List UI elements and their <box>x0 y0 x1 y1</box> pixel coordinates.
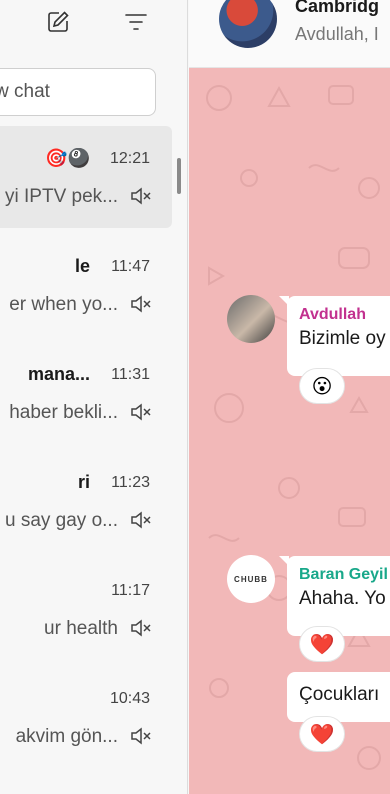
sender-avatar[interactable]: CHUBB <box>227 555 275 603</box>
chat-list-item[interactable]: 🎯🎱 12:21 yi IPTV pek... <box>0 126 172 228</box>
chat-title: mana... <box>27 364 90 384</box>
sender-avatar[interactable] <box>227 295 275 343</box>
chat-time: 11:47 <box>111 258 150 275</box>
compose-icon[interactable] <box>46 10 70 34</box>
conversation-header[interactable]: Cambridg Avdullah, I <box>189 0 390 68</box>
chat-title: le <box>74 256 90 276</box>
message-text: Bizimle oy <box>299 328 386 349</box>
avatar-logo-text: CHUBB <box>234 574 268 584</box>
conversation-members: Avdullah, I <box>295 24 379 44</box>
message-reaction[interactable]: ❤️ <box>299 626 345 662</box>
chat-title: 🎯🎱 <box>45 148 90 168</box>
chat-time: 10:43 <box>109 690 150 707</box>
chat-list-item[interactable]: le 11:47 er when yo... <box>0 234 172 336</box>
mute-icon <box>131 619 151 637</box>
chat-list-item[interactable]: 11:17 ur health <box>0 558 172 660</box>
chat-list-toolbar <box>0 0 187 60</box>
message-sender[interactable]: Baran Geyil <box>299 566 390 584</box>
chat-time: 11:17 <box>111 582 150 599</box>
chat-preview: er when yo... <box>9 294 118 315</box>
chat-title: ri <box>77 472 90 492</box>
mute-icon <box>131 187 151 205</box>
chat-list-scrollbar[interactable] <box>177 158 181 194</box>
message-sender[interactable]: Avdullah <box>299 306 390 324</box>
message-bubble[interactable]: Baran Geyil Ahaha. Yo <box>279 556 390 636</box>
chat-list-pane: 🎯🎱 12:21 yi IPTV pek... le 11:47 er when… <box>0 0 188 794</box>
chat-time: 12:21 <box>109 150 150 167</box>
chat-preview: ur health <box>44 618 118 639</box>
chat-list-item[interactable]: ri 11:23 u say gay o... <box>0 450 172 552</box>
message-bubble[interactable]: Avdullah Bizimle oy <box>279 296 390 376</box>
filter-icon[interactable] <box>124 12 148 32</box>
mute-icon <box>131 511 151 529</box>
search-input[interactable] <box>0 81 155 103</box>
search-box[interactable] <box>0 68 156 116</box>
conversation-title: Cambridg <box>295 0 380 16</box>
message-reaction[interactable]: 😮 <box>299 368 345 404</box>
conversation-pane: Cambridg Avdullah, I Avdullah Bizimle oy… <box>189 0 390 794</box>
chat-list-item[interactable]: 10:43 akvim gön... <box>0 666 172 768</box>
message-text: Ahaha. Yo <box>299 588 386 609</box>
chat-time: 11:23 <box>111 474 150 491</box>
group-avatar[interactable] <box>219 0 277 48</box>
chat-list-item[interactable]: mana... 11:31 haber bekli... <box>0 342 172 444</box>
chat-preview: haber bekli... <box>9 402 118 423</box>
chat-preview: u say gay o... <box>4 510 118 531</box>
chat-time: 11:31 <box>111 366 150 383</box>
mute-icon <box>131 403 151 421</box>
message-text: Çocukları <box>299 684 380 705</box>
mute-icon <box>131 727 151 745</box>
mute-icon <box>131 295 151 313</box>
message-reaction[interactable]: ❤️ <box>299 716 345 752</box>
chat-preview: akvim gön... <box>15 726 118 747</box>
message-bubble[interactable]: Çocukları <box>287 672 390 722</box>
chat-preview: yi IPTV pek... <box>5 186 118 207</box>
